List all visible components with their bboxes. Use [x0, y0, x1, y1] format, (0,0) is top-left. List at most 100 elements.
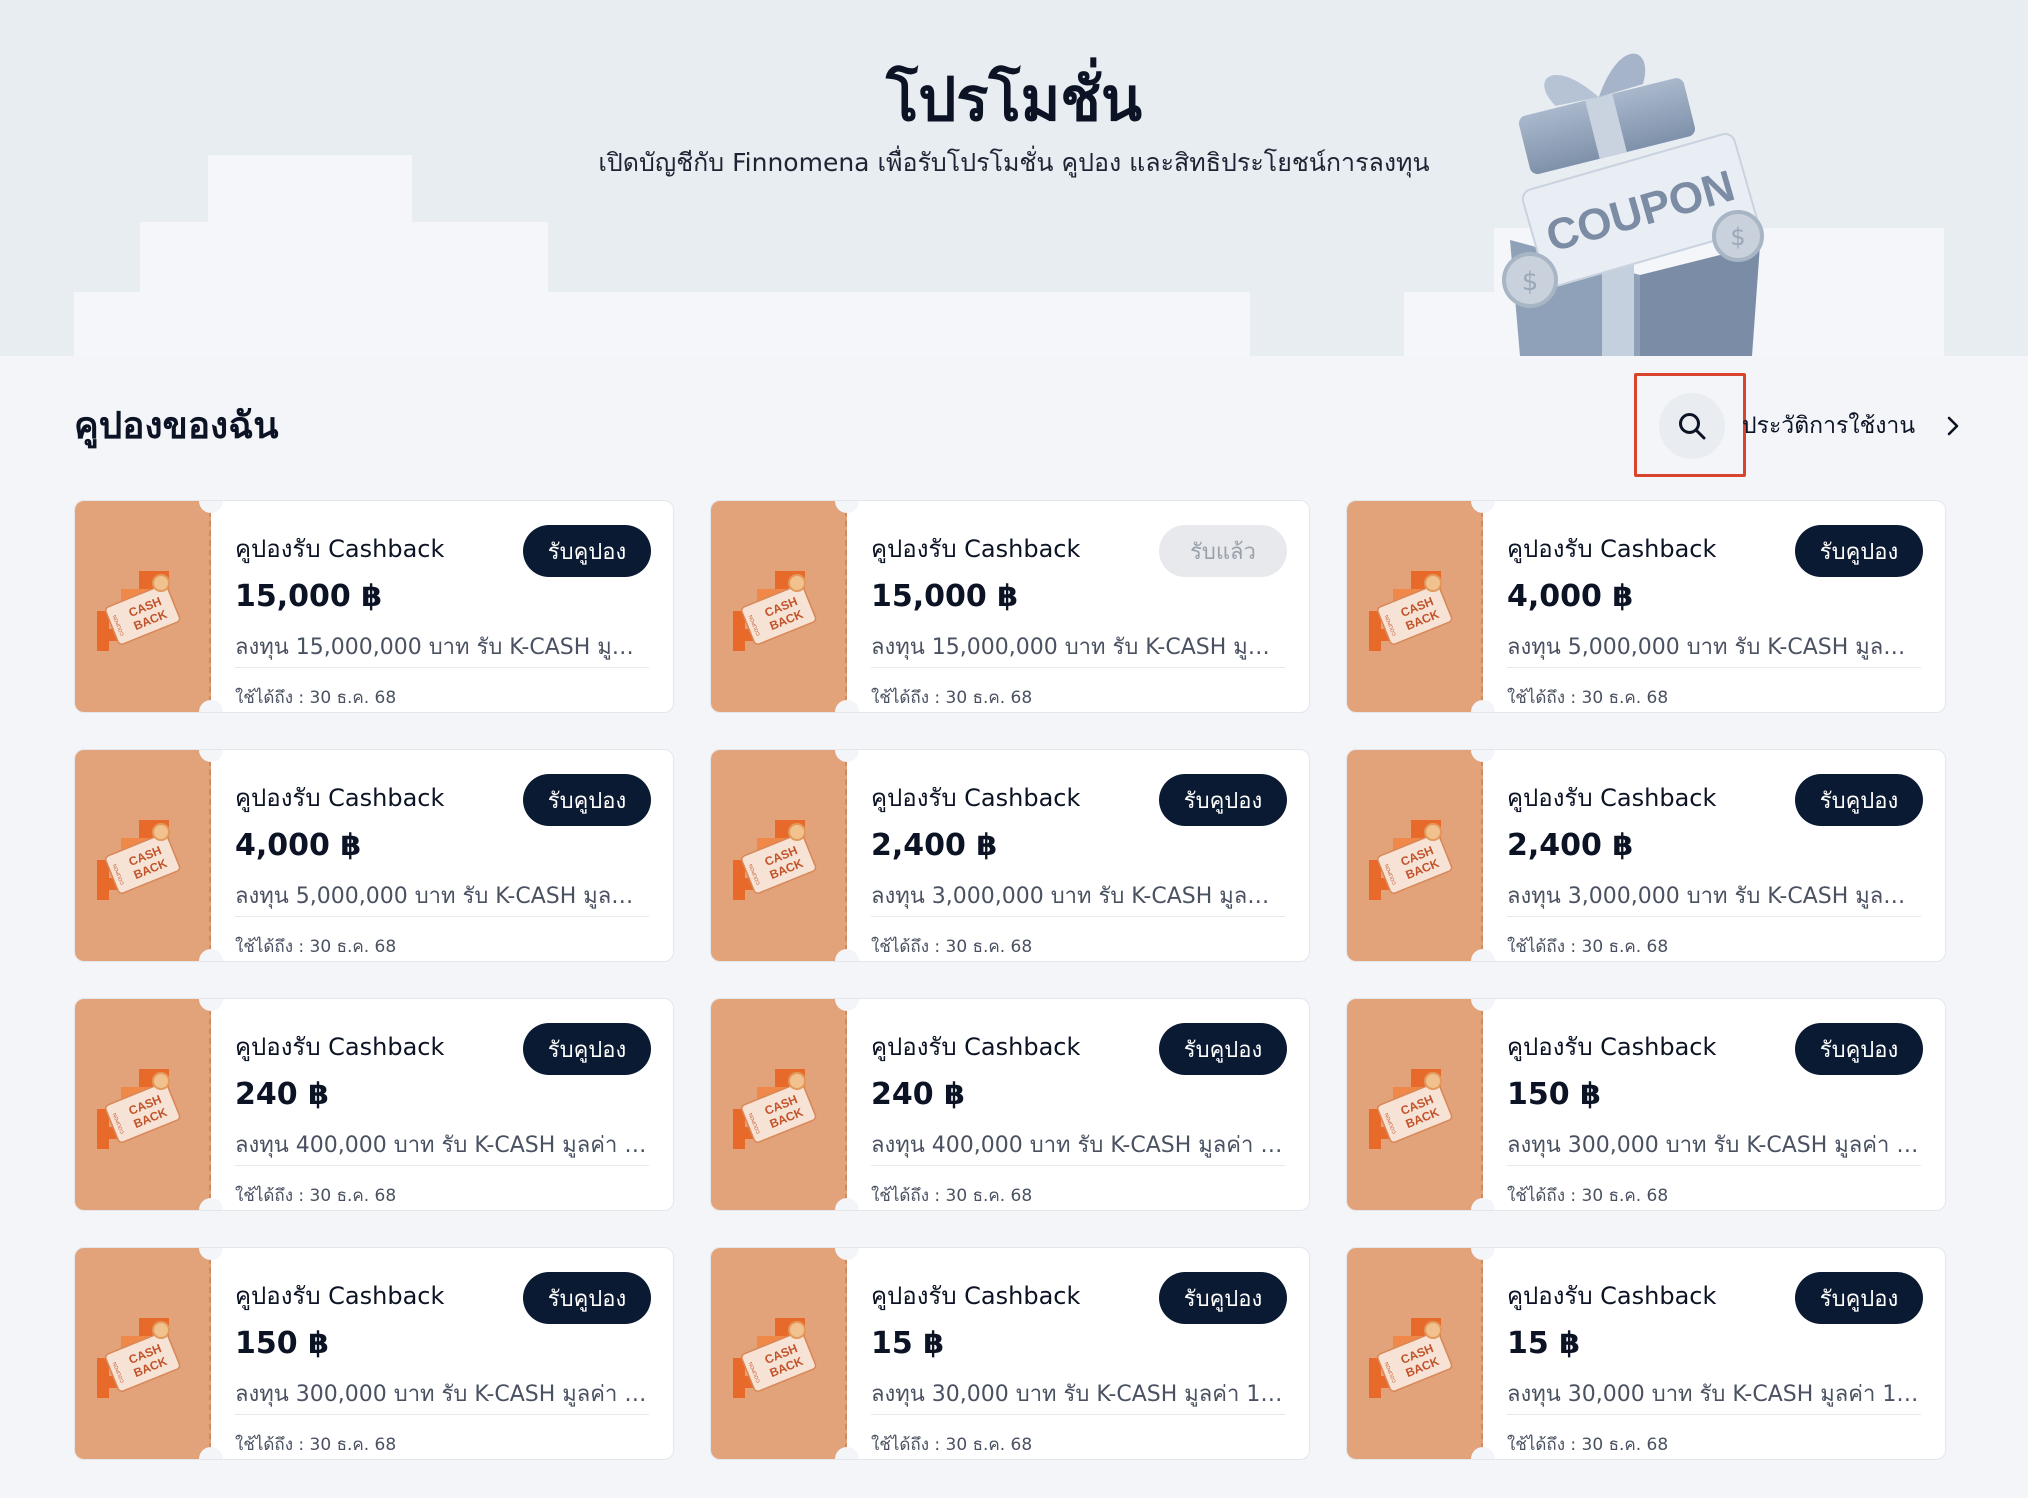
claim-coupon-button[interactable]: รับคูปอง [1795, 774, 1923, 826]
cashback-coupon-icon: CASH BACK COUPON [733, 571, 817, 651]
coupon-expiry: ใช้ได้ถึง : 30 ธ.ค. 68 [871, 1186, 1033, 1206]
coupon-description: ลงทุน 5,000,000 บาท รับ K-CASH มูลค่า 4,… [1507, 635, 1919, 660]
coupon-amount: 150 ฿ [235, 1326, 329, 1361]
coupon-title: คูปองรับ Cashback [871, 1033, 1081, 1061]
coupon-stub: CASH BACK COUPON [75, 1248, 211, 1459]
section-title: คูปองของฉัน [74, 404, 279, 447]
coupon-title: คูปองรับ Cashback [1507, 784, 1717, 812]
coupon-card: CASH BACK COUPON คูปองรับ Cashback 15 ฿ … [1346, 1247, 1946, 1460]
coupon-expiry: ใช้ได้ถึง : 30 ธ.ค. 68 [1507, 688, 1669, 708]
coupon-stub: CASH BACK COUPON [1347, 1248, 1483, 1459]
divider [871, 916, 1285, 917]
coupon-card: CASH BACK COUPON คูปองรับ Cashback 2,400… [1346, 749, 1946, 962]
coupon-body: คูปองรับ Cashback 240 ฿ ลงทุน 400,000 บา… [211, 999, 673, 1210]
coupon-amount: 15 ฿ [1507, 1326, 1581, 1361]
svg-text:$: $ [1522, 267, 1539, 297]
cashback-coupon-icon: CASH BACK COUPON [97, 571, 181, 651]
claim-coupon-button[interactable]: รับคูปอง [1795, 525, 1923, 577]
coupon-stub: CASH BACK COUPON [1347, 501, 1483, 712]
coupon-card: CASH BACK COUPON คูปองรับ Cashback 15,00… [710, 500, 1310, 713]
cashback-coupon-icon: CASH BACK COUPON [733, 820, 817, 900]
coupon-amount: 15,000 ฿ [871, 579, 1019, 614]
divider [871, 667, 1285, 668]
cashback-coupon-icon: CASH BACK COUPON [1369, 820, 1453, 900]
coupon-stub: CASH BACK COUPON [711, 1248, 847, 1459]
coupon-stub: CASH BACK COUPON [711, 999, 847, 1210]
divider [235, 667, 649, 668]
coupon-expiry: ใช้ได้ถึง : 30 ธ.ค. 68 [235, 1186, 397, 1206]
coupon-card: CASH BACK COUPON คูปองรับ Cashback 240 ฿… [710, 998, 1310, 1211]
coupon-description: ลงทุน 300,000 บาท รับ K-CASH มูลค่า 150 … [235, 1382, 647, 1407]
claim-coupon-button[interactable]: รับคูปอง [523, 774, 651, 826]
coupon-stub: CASH BACK COUPON [75, 999, 211, 1210]
coupon-card: CASH BACK COUPON คูปองรับ Cashback 240 ฿… [74, 998, 674, 1211]
coupon-expiry: ใช้ได้ถึง : 30 ธ.ค. 68 [1507, 1435, 1669, 1455]
skyline-shape [208, 155, 412, 356]
coupon-amount: 4,000 ฿ [235, 828, 362, 863]
divider [235, 916, 649, 917]
coupon-amount: 150 ฿ [1507, 1077, 1601, 1112]
coupon-amount: 15,000 ฿ [235, 579, 383, 614]
cashback-coupon-icon: CASH BACK COUPON [97, 820, 181, 900]
coupon-expiry: ใช้ได้ถึง : 30 ธ.ค. 68 [235, 688, 397, 708]
coupon-card: CASH BACK COUPON คูปองรับ Cashback 150 ฿… [1346, 998, 1946, 1211]
coupon-card: CASH BACK COUPON คูปองรับ Cashback 4,000… [74, 749, 674, 962]
coupon-body: คูปองรับ Cashback 2,400 ฿ ลงทุน 3,000,00… [847, 750, 1309, 961]
coupon-body: คูปองรับ Cashback 240 ฿ ลงทุน 400,000 บา… [847, 999, 1309, 1210]
coupon-body: คูปองรับ Cashback 15 ฿ ลงทุน 30,000 บาท … [1483, 1248, 1945, 1459]
cashback-coupon-icon: CASH BACK COUPON [1369, 571, 1453, 651]
claim-coupon-button[interactable]: รับคูปอง [523, 1272, 651, 1324]
coupon-description: ลงทุน 30,000 บาท รับ K-CASH มูลค่า 15 บา… [871, 1382, 1283, 1407]
hero-banner: โปรโมชั่น เปิดบัญชีกับ Finnomena เพื่อรั… [0, 0, 2028, 356]
coupon-grid: CASH BACK COUPON คูปองรับ Cashback 15,00… [74, 500, 1946, 1460]
coupon-body: คูปองรับ Cashback 150 ฿ ลงทุน 300,000 บา… [211, 1248, 673, 1459]
coupon-body: คูปองรับ Cashback 15 ฿ ลงทุน 30,000 บาท … [847, 1248, 1309, 1459]
cashback-coupon-icon: CASH BACK COUPON [1369, 1069, 1453, 1149]
coupon-amount: 2,400 ฿ [1507, 828, 1634, 863]
coupon-description: ลงทุน 30,000 บาท รับ K-CASH มูลค่า 15 บา… [1507, 1382, 1919, 1407]
cashback-coupon-icon: CASH BACK COUPON [733, 1318, 817, 1398]
coupon-description: ลงทุน 5,000,000 บาท รับ K-CASH มูลค่า 4,… [235, 884, 647, 909]
coupon-amount: 15 ฿ [871, 1326, 945, 1361]
cashback-coupon-icon: CASH BACK COUPON [1369, 1318, 1453, 1398]
coupon-description: ลงทุน 300,000 บาท รับ K-CASH มูลค่า 150 … [1507, 1133, 1919, 1158]
coupon-amount: 240 ฿ [871, 1077, 965, 1112]
claim-coupon-button[interactable]: รับคูปอง [1159, 774, 1287, 826]
coupon-expiry: ใช้ได้ถึง : 30 ธ.ค. 68 [235, 1435, 397, 1455]
claim-coupon-button[interactable]: รับคูปอง [1795, 1023, 1923, 1075]
coupon-expiry: ใช้ได้ถึง : 30 ธ.ค. 68 [235, 937, 397, 957]
coupon-title: คูปองรับ Cashback [871, 535, 1081, 563]
claim-coupon-button[interactable]: รับคูปอง [1159, 1272, 1287, 1324]
coupon-amount: 2,400 ฿ [871, 828, 998, 863]
coupon-title: คูปองรับ Cashback [235, 1033, 445, 1061]
coupon-expiry: ใช้ได้ถึง : 30 ธ.ค. 68 [1507, 1186, 1669, 1206]
coupon-expiry: ใช้ได้ถึง : 30 ธ.ค. 68 [871, 1435, 1033, 1455]
coupon-amount: 240 ฿ [235, 1077, 329, 1112]
coupon-body: คูปองรับ Cashback 150 ฿ ลงทุน 300,000 บา… [1483, 999, 1945, 1210]
search-highlight-box [1634, 373, 1746, 477]
coupon-card: CASH BACK COUPON คูปองรับ Cashback 4,000… [1346, 500, 1946, 713]
claim-coupon-button[interactable]: รับคูปอง [1159, 1023, 1287, 1075]
coupon-body: คูปองรับ Cashback 15,000 ฿ ลงทุน 15,000,… [211, 501, 673, 712]
search-icon [1679, 413, 1706, 440]
divider [235, 1414, 649, 1415]
coupon-title: คูปองรับ Cashback [235, 535, 445, 563]
search-button[interactable] [1659, 393, 1725, 459]
coupon-title: คูปองรับ Cashback [871, 1282, 1081, 1310]
coupon-title: คูปองรับ Cashback [1507, 535, 1717, 563]
divider [1507, 1165, 1921, 1166]
coupon-title: คูปองรับ Cashback [871, 784, 1081, 812]
usage-history-link[interactable]: ประวัติการใช้งาน [1742, 408, 1961, 444]
claim-coupon-button[interactable]: รับคูปอง [523, 525, 651, 577]
gift-coupon-illustration: COUPON $ $ [1502, 53, 1764, 356]
cashback-coupon-icon: CASH BACK COUPON [97, 1318, 181, 1398]
coupon-description: ลงทุน 15,000,000 บาท รับ K-CASH มูลค่า 1… [871, 635, 1283, 660]
coupon-description: ลงทุน 400,000 บาท รับ K-CASH มูลค่า 240 … [235, 1133, 647, 1158]
coupon-title: คูปองรับ Cashback [1507, 1033, 1717, 1061]
claim-coupon-button[interactable]: รับคูปอง [1795, 1272, 1923, 1324]
coupon-stub: CASH BACK COUPON [711, 501, 847, 712]
coupon-expiry: ใช้ได้ถึง : 30 ธ.ค. 68 [871, 688, 1033, 708]
claim-coupon-button[interactable]: รับคูปอง [523, 1023, 651, 1075]
coupon-description: ลงทุน 3,000,000 บาท รับ K-CASH มูลค่า 2,… [1507, 884, 1919, 909]
coupon-stub: CASH BACK COUPON [711, 750, 847, 961]
